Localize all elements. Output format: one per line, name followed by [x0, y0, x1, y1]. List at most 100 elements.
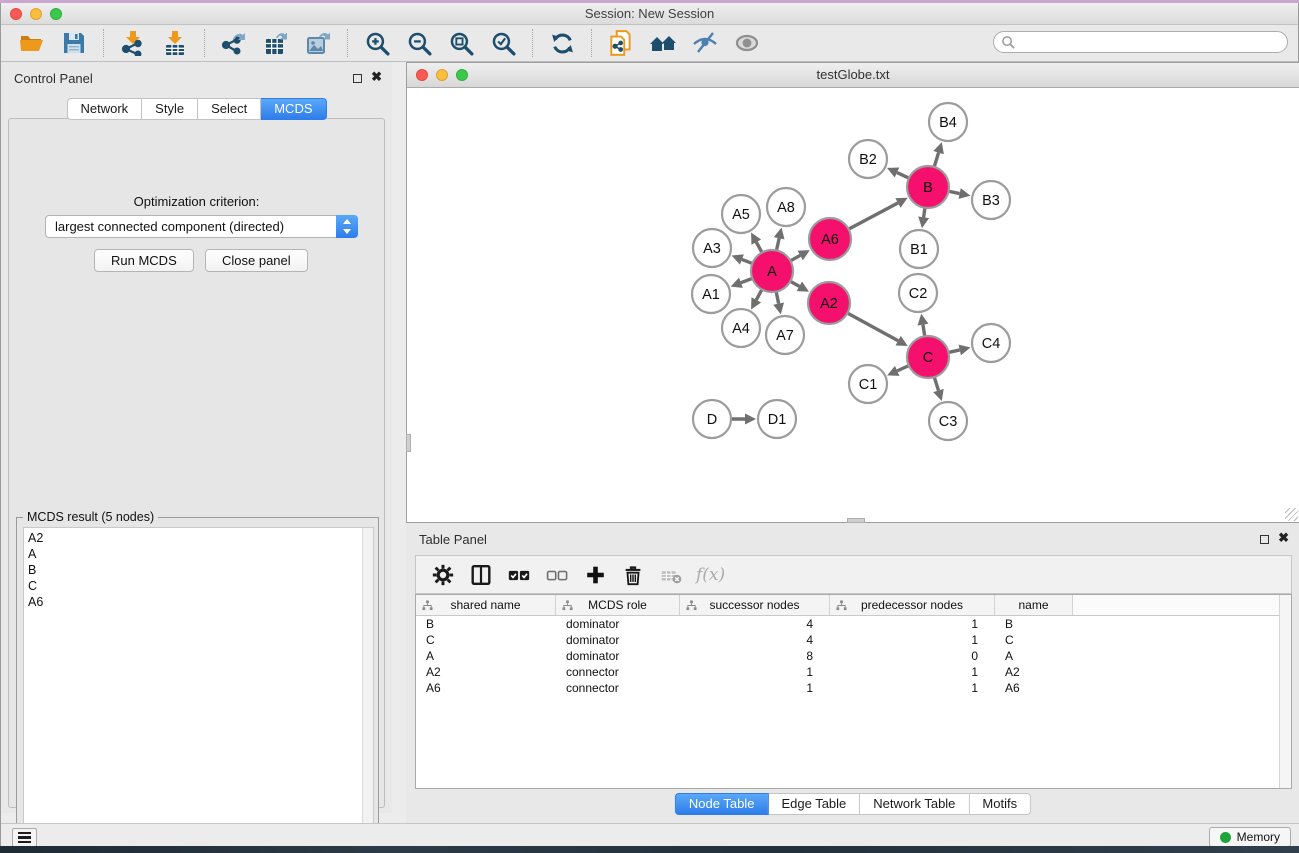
zoom-fit-button[interactable] [444, 28, 478, 58]
show-all-button[interactable] [730, 28, 764, 58]
close-panel-icon[interactable]: ✖ [1278, 531, 1289, 545]
table-tab-edge-table[interactable]: Edge Table [768, 793, 860, 815]
table-cell[interactable]: A2 [416, 664, 556, 680]
export-network-button[interactable] [217, 28, 251, 58]
table-cell[interactable]: connector [556, 664, 680, 680]
criterion-dropdown[interactable]: largest connected component (directed) [45, 215, 358, 238]
home-icon [648, 30, 678, 56]
search-input[interactable] [1016, 33, 1287, 51]
control-tab-select[interactable]: Select [198, 98, 261, 120]
result-scrollbar[interactable] [362, 528, 373, 850]
column-header-successor-nodes[interactable]: successor nodes [680, 595, 830, 615]
delete-table-button[interactable] [655, 560, 687, 590]
table-cell[interactable]: 1 [830, 680, 995, 696]
hide-selected-button[interactable] [688, 28, 722, 58]
table-scrollbar[interactable] [1279, 595, 1291, 788]
mcds-result-list[interactable]: A2ABCA6 [23, 527, 374, 851]
column-header-MCDS-role[interactable]: MCDS role [556, 595, 680, 615]
table-row[interactable]: A2connector11A2 [416, 664, 1291, 680]
column-header-name[interactable]: name [995, 595, 1073, 615]
control-tab-mcds[interactable]: MCDS [261, 98, 326, 120]
mcds-result-item[interactable]: C [28, 578, 373, 594]
graph-node-label: B1 [910, 242, 928, 258]
add-column-button[interactable] [579, 560, 611, 590]
table-row[interactable]: A6connector11A6 [416, 680, 1291, 696]
table-cell[interactable]: A6 [995, 680, 1073, 696]
table-cell[interactable]: A [416, 648, 556, 664]
table-tab-motifs[interactable]: Motifs [969, 793, 1031, 815]
zoom-window-button[interactable] [50, 8, 62, 20]
select-all-button[interactable] [503, 560, 535, 590]
resize-grip-icon[interactable] [1285, 508, 1298, 521]
table-cell[interactable]: 0 [830, 648, 995, 664]
table-cell[interactable]: A2 [995, 664, 1073, 680]
function-builder-button[interactable]: f(x) [696, 565, 725, 585]
table-row[interactable]: Bdominator41B [416, 616, 1291, 632]
save-session-button[interactable] [57, 28, 91, 58]
table-cell[interactable]: 8 [680, 648, 830, 664]
open-session-button[interactable] [15, 28, 49, 58]
table-tab-node-table[interactable]: Node Table [675, 793, 769, 815]
export-table-button[interactable] [259, 28, 293, 58]
export-image-button[interactable] [301, 28, 335, 58]
table-cell[interactable]: 4 [680, 616, 830, 632]
minimize-window-button[interactable] [30, 8, 42, 20]
close-panel-button[interactable]: Close panel [205, 249, 308, 272]
node-table[interactable]: shared nameMCDS rolesuccessor nodesprede… [415, 594, 1292, 789]
close-window-button[interactable] [10, 8, 22, 20]
close-panel-icon[interactable]: ✖ [371, 70, 382, 84]
table-cell[interactable]: A [995, 648, 1073, 664]
table-cell[interactable]: B [995, 616, 1073, 632]
mcds-result-item[interactable]: B [28, 562, 373, 578]
zoom-in-button[interactable] [360, 28, 394, 58]
search-field[interactable] [993, 31, 1288, 53]
close-network-window-button[interactable] [416, 69, 428, 81]
delete-column-button[interactable] [617, 560, 649, 590]
mcds-result-item[interactable]: A [28, 546, 373, 562]
column-header-predecessor-nodes[interactable]: predecessor nodes [830, 595, 995, 615]
status-menu-button[interactable] [12, 828, 37, 847]
table-cell[interactable]: C [416, 632, 556, 648]
table-cell[interactable]: dominator [556, 648, 680, 664]
home-button[interactable] [646, 28, 680, 58]
show-columns-button[interactable] [465, 560, 497, 590]
table-row[interactable]: Cdominator41C [416, 632, 1291, 648]
float-panel-icon[interactable] [353, 74, 362, 83]
table-cell[interactable]: 1 [830, 632, 995, 648]
table-cell[interactable]: C [995, 632, 1073, 648]
table-cell[interactable]: 1 [680, 664, 830, 680]
mcds-result-item[interactable]: A2 [28, 530, 373, 546]
duplicate-network-button[interactable] [604, 28, 638, 58]
table-cell[interactable]: 1 [830, 664, 995, 680]
table-cell[interactable]: dominator [556, 632, 680, 648]
table-cell[interactable]: dominator [556, 616, 680, 632]
table-cell[interactable]: 4 [680, 632, 830, 648]
zoom-network-window-button[interactable] [456, 69, 468, 81]
refresh-button[interactable] [545, 28, 579, 58]
import-network-button[interactable] [116, 28, 150, 58]
split-grip[interactable] [406, 434, 411, 452]
table-tab-network-table[interactable]: Network Table [860, 793, 969, 815]
deselect-all-button[interactable] [541, 560, 573, 590]
table-cell[interactable]: 1 [830, 616, 995, 632]
table-cell[interactable]: B [416, 616, 556, 632]
minimize-network-window-button[interactable] [436, 69, 448, 81]
column-header-shared-name[interactable]: shared name [416, 595, 556, 615]
import-table-button[interactable] [158, 28, 192, 58]
network-canvas[interactable]: B4B2BB3A5A8A6B1A3AA1C2A2A4A7C4CC1C3DD1 [407, 89, 1299, 522]
graph-node-label: B [923, 180, 933, 196]
table-cell[interactable]: connector [556, 680, 680, 696]
control-tab-network[interactable]: Network [66, 98, 142, 120]
run-mcds-button[interactable]: Run MCDS [94, 249, 194, 272]
network-graph[interactable]: B4B2BB3A5A8A6B1A3AA1C2A2A4A7C4CC1C3DD1 [407, 89, 1299, 522]
table-cell[interactable]: A6 [416, 680, 556, 696]
zoom-out-button[interactable] [402, 28, 436, 58]
mcds-result-item[interactable]: A6 [28, 594, 373, 610]
zoom-selected-button[interactable] [486, 28, 520, 58]
table-row[interactable]: Adominator80A [416, 648, 1291, 664]
table-settings-button[interactable] [427, 560, 459, 590]
float-panel-icon[interactable] [1260, 535, 1269, 544]
control-tab-style[interactable]: Style [142, 98, 198, 120]
memory-button[interactable]: Memory [1209, 827, 1291, 847]
table-cell[interactable]: 1 [680, 680, 830, 696]
